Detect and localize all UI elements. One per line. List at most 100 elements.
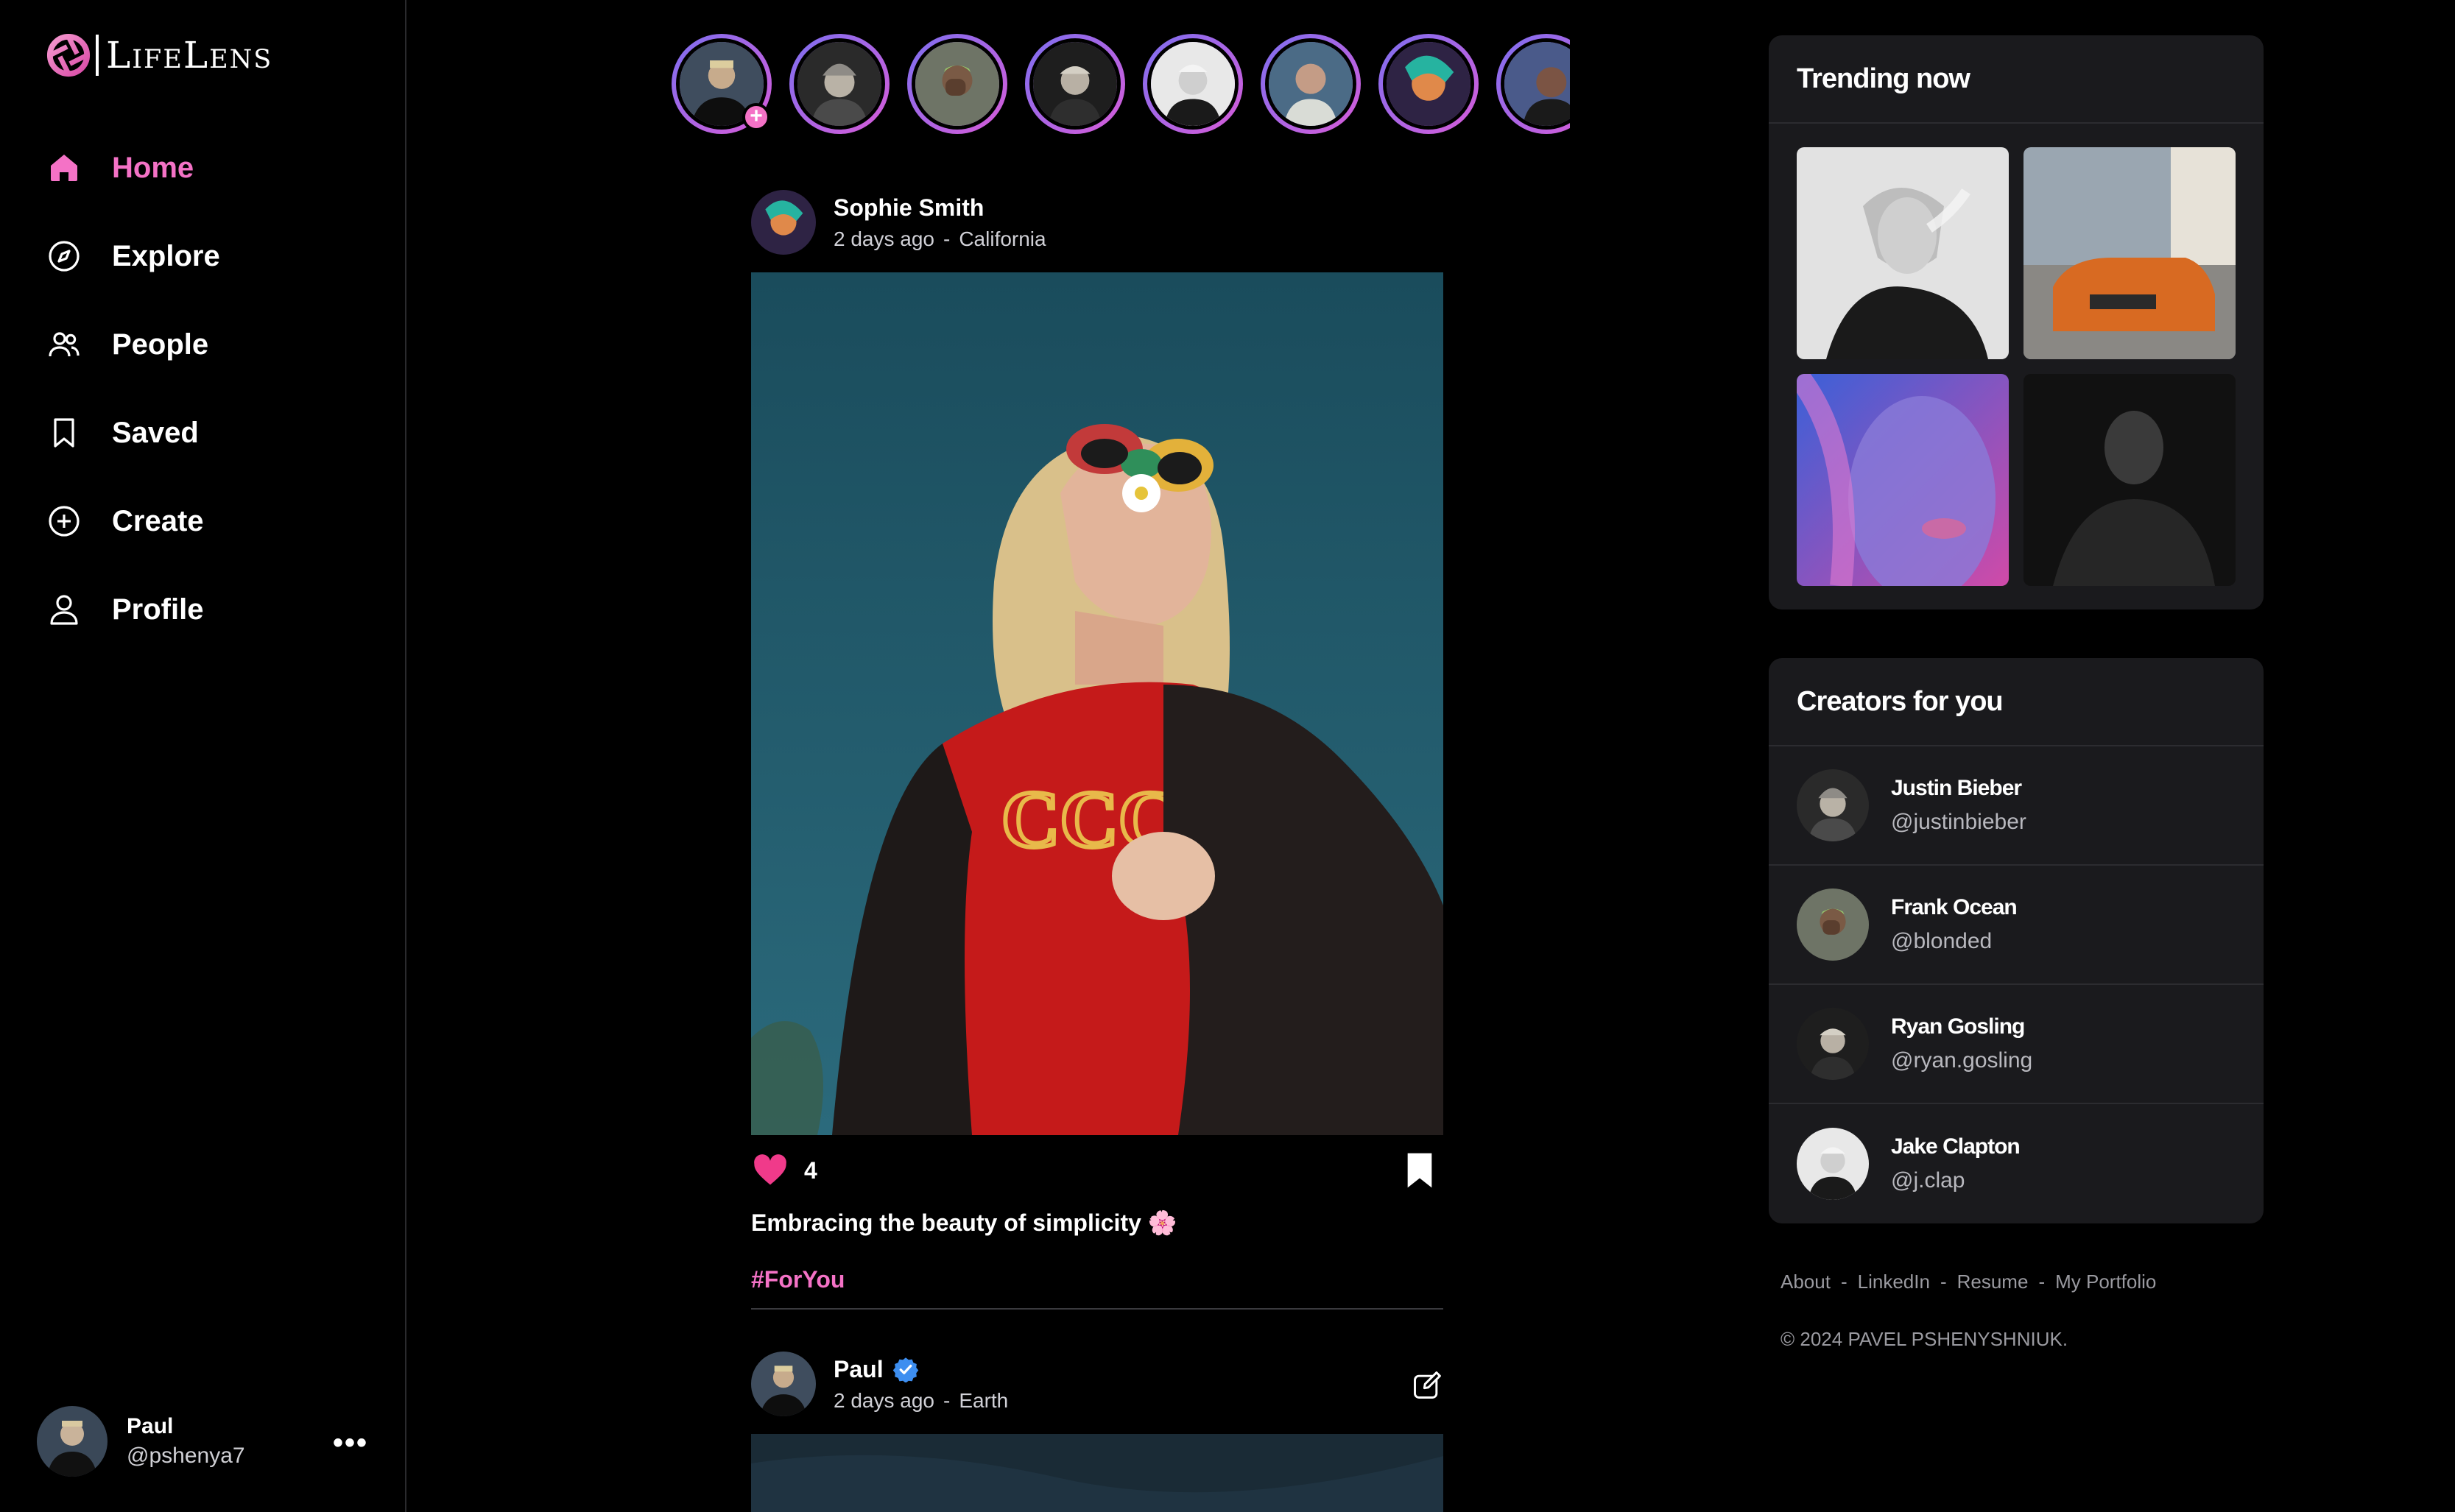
post-location: Earth [959,1388,1009,1412]
nav-label: Create [112,504,204,537]
current-user-card[interactable]: Paul @pshenya7 ••• [37,1405,390,1478]
plus-circle-icon [46,503,82,540]
creator-item[interactable]: Ryan Gosling @ryan.gosling [1769,985,2264,1104]
footer-separator: - [2038,1271,2046,1293]
avatar [1797,889,1869,961]
post-image[interactable]: CCC [751,272,1443,1135]
trending-card: Trending now [1769,35,2264,610]
more-options-icon[interactable]: ••• [333,1427,368,1460]
story-avatar[interactable] [1496,34,1570,134]
user-icon [46,591,82,628]
app-root: LifeLens Home Explore People Saved Creat… [0,0,2455,1512]
like-count: 4 [804,1156,817,1184]
nav-item-create[interactable]: Create [46,477,220,565]
creator-name: Jake Clapton [1891,1134,2021,1159]
trending-title: Trending now [1769,35,2264,124]
creator-item[interactable]: Jake Clapton @j.clap [1769,1104,2264,1223]
post-author-name[interactable]: Paul [834,1356,1008,1383]
footer-links: About - LinkedIn - Resume - My Portfolio [1781,1271,2156,1293]
bookmark-icon [46,414,82,451]
story-avatar[interactable] [907,34,1007,134]
bookmark-icon[interactable] [1399,1150,1440,1191]
post-caption: Embracing the beauty of simplicity 🌸 [751,1209,1177,1236]
nav-label: People [112,328,209,361]
creator-handle: @j.clap [1891,1168,1965,1193]
story-avatar[interactable] [1143,34,1243,134]
logo[interactable]: LifeLens [46,32,272,78]
copyright: © 2024 PAVEL PSHENYSHNIUK. [1781,1328,2068,1350]
footer-separator: - [1840,1271,1848,1293]
story-avatar[interactable] [1378,34,1479,134]
edit-icon[interactable] [1411,1369,1443,1402]
avatar [1797,1008,1869,1080]
feed-post: Paul 2 days ago - Earth [751,1350,1443,1512]
story-avatar[interactable] [789,34,890,134]
trending-image[interactable] [2023,374,2236,586]
post-time: 2 days ago [834,227,934,250]
creator-name: Justin Bieber [1891,776,2022,800]
post-image[interactable] [751,1434,1443,1512]
trending-image[interactable] [1797,147,2009,359]
logo-divider [96,35,99,76]
nav-item-people[interactable]: People [46,300,220,389]
creator-name: Frank Ocean [1891,895,2018,919]
app-name: LifeLens [106,34,273,77]
heart-icon[interactable] [751,1151,789,1190]
nav-item-home[interactable]: Home [46,124,220,212]
avatar [1797,1128,1869,1200]
aperture-logo-icon [46,33,91,77]
creator-handle: @justinbieber [1891,810,2026,834]
post-meta: 2 days ago - Earth [834,1389,1008,1413]
creators-card: Creators for you Justin Bieber @justinbi… [1769,658,2264,1223]
people-icon [46,326,82,363]
nav-label: Home [112,151,194,184]
creator-handle: @blonded [1891,929,1993,953]
post-header: Sophie Smith 2 days ago - California [751,188,1443,256]
avatar[interactable] [751,1352,816,1416]
post-actions: 4 [751,1135,1443,1206]
footer-link-linkedin[interactable]: LinkedIn [1858,1271,1930,1293]
trending-image[interactable] [2023,147,2236,359]
footer-separator: - [1940,1271,1947,1293]
post-author-name[interactable]: Sophie Smith [834,194,1046,222]
compass-icon [46,238,82,275]
creator-handle: @ryan.gosling [1891,1048,2033,1073]
post-author-label: Paul [834,1355,884,1382]
post-time: 2 days ago [834,1388,934,1412]
nav-label: Explore [112,239,220,272]
current-user-handle: @pshenya7 [127,1444,245,1468]
add-story-icon[interactable]: + [742,103,770,131]
nav-item-explore[interactable]: Explore [46,212,220,300]
avatar[interactable] [751,190,816,255]
feed-post: Sophie Smith 2 days ago - California CCC… [751,188,1443,1310]
sidebar: LifeLens Home Explore People Saved Creat… [0,0,406,1512]
trending-image[interactable] [1797,374,2009,586]
home-icon [46,149,82,186]
nav-item-saved[interactable]: Saved [46,389,220,477]
story-avatar[interactable] [1261,34,1361,134]
stories-bar: + [672,34,1570,137]
story-avatar[interactable] [1025,34,1125,134]
nav-label: Saved [112,416,199,449]
footer-link-portfolio[interactable]: My Portfolio [2055,1271,2156,1293]
meta-separator: - [943,1388,951,1412]
avatar [37,1406,108,1477]
trending-grid [1769,124,2264,610]
post-header: Paul 2 days ago - Earth [751,1350,1443,1418]
nav-item-profile[interactable]: Profile [46,565,220,654]
avatar [1797,769,1869,841]
verified-badge-icon [892,1357,918,1382]
meta-separator: - [943,227,951,250]
post-location: California [959,227,1046,250]
creator-item[interactable]: Frank Ocean @blonded [1769,866,2264,985]
post-divider [751,1308,1443,1310]
nav-label: Profile [112,593,204,626]
post-meta: 2 days ago - California [834,227,1046,251]
footer-link-resume[interactable]: Resume [1957,1271,2029,1293]
current-user-name: Paul [127,1414,174,1438]
footer-link-about[interactable]: About [1781,1271,1831,1293]
story-avatar[interactable]: + [672,34,772,134]
creator-item[interactable]: Justin Bieber @justinbieber [1769,746,2264,866]
creator-name: Ryan Gosling [1891,1014,2025,1039]
post-hashtag[interactable]: #ForYou [751,1266,1443,1293]
